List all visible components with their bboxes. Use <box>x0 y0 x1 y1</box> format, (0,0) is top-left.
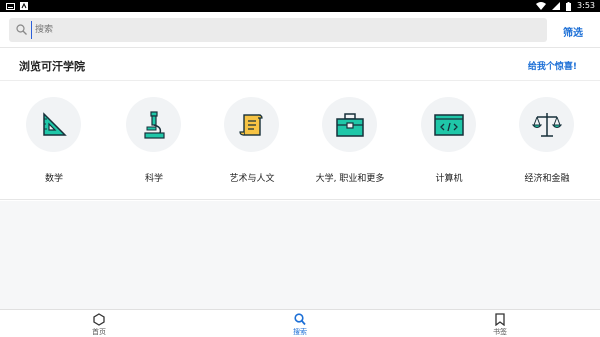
category-math[interactable]: 数学 <box>1 97 101 187</box>
category-icon-circle <box>126 97 181 152</box>
category-icon-circle <box>224 97 279 152</box>
nav-label: 书签 <box>493 328 507 336</box>
search-box[interactable] <box>9 18 547 42</box>
search-icon <box>294 313 306 326</box>
code-screen-icon <box>433 113 464 136</box>
scroll-icon <box>238 113 263 136</box>
filter-button[interactable]: 筛选 <box>563 24 583 39</box>
nav-label: 搜索 <box>293 328 307 336</box>
category-icon-circle <box>26 97 81 152</box>
microscope-icon <box>143 110 165 139</box>
app-notification-icon <box>20 2 28 10</box>
status-bar: 3:53 <box>0 0 600 12</box>
keyboard-icon <box>6 2 15 10</box>
category-economics-finance[interactable]: 经济和金融 <box>494 97 594 187</box>
category-college-careers[interactable]: 大学, 职业和更多 <box>297 97 397 187</box>
nav-home[interactable]: 首页 <box>69 313 129 337</box>
search-icon <box>16 24 27 35</box>
briefcase-icon <box>335 112 364 137</box>
category-science[interactable]: 科学 <box>101 97 201 187</box>
bottom-navigation: 首页 搜索 书签 <box>0 309 600 337</box>
nav-bookmarks[interactable]: 书签 <box>470 313 530 337</box>
browse-header: 浏览可汗学院 给我个惊喜! <box>0 49 600 81</box>
category-label: 计算机 <box>435 174 463 184</box>
category-computing[interactable]: 计算机 <box>396 97 496 187</box>
bookmark-icon <box>495 313 505 326</box>
nav-search[interactable]: 搜索 <box>270 313 330 337</box>
search-bar: 筛选 <box>0 12 600 48</box>
status-notifications <box>6 2 28 10</box>
category-label: 大学, 职业和更多 <box>315 174 385 184</box>
wifi-icon <box>536 2 547 10</box>
page-title: 浏览可汗学院 <box>19 60 85 73</box>
category-label: 艺术与人文 <box>229 174 275 184</box>
signal-icon <box>552 2 561 10</box>
category-icon-circle <box>519 97 574 152</box>
category-arts-humanities[interactable]: 艺术与人文 <box>199 97 299 187</box>
status-indicators: 3:53 <box>536 1 595 11</box>
category-icon-circle <box>322 97 377 152</box>
ruler-triangle-icon <box>42 111 67 136</box>
status-time: 3:53 <box>577 1 595 10</box>
home-hexagon-icon <box>93 313 105 326</box>
category-list: 数学 科学 艺术与人文 大学, 职业和更多 计算机 经济和金融 <box>0 82 600 200</box>
category-icon-circle <box>421 97 476 152</box>
balance-scale-icon <box>531 112 562 137</box>
search-input[interactable] <box>31 21 531 39</box>
content-area <box>0 201 600 309</box>
nav-label: 首页 <box>92 328 106 336</box>
battery-icon <box>566 1 572 11</box>
category-label: 科学 <box>144 174 163 184</box>
category-label: 数学 <box>44 174 63 184</box>
category-label: 经济和金融 <box>524 174 570 184</box>
surprise-me-link[interactable]: 给我个惊喜! <box>528 59 577 72</box>
